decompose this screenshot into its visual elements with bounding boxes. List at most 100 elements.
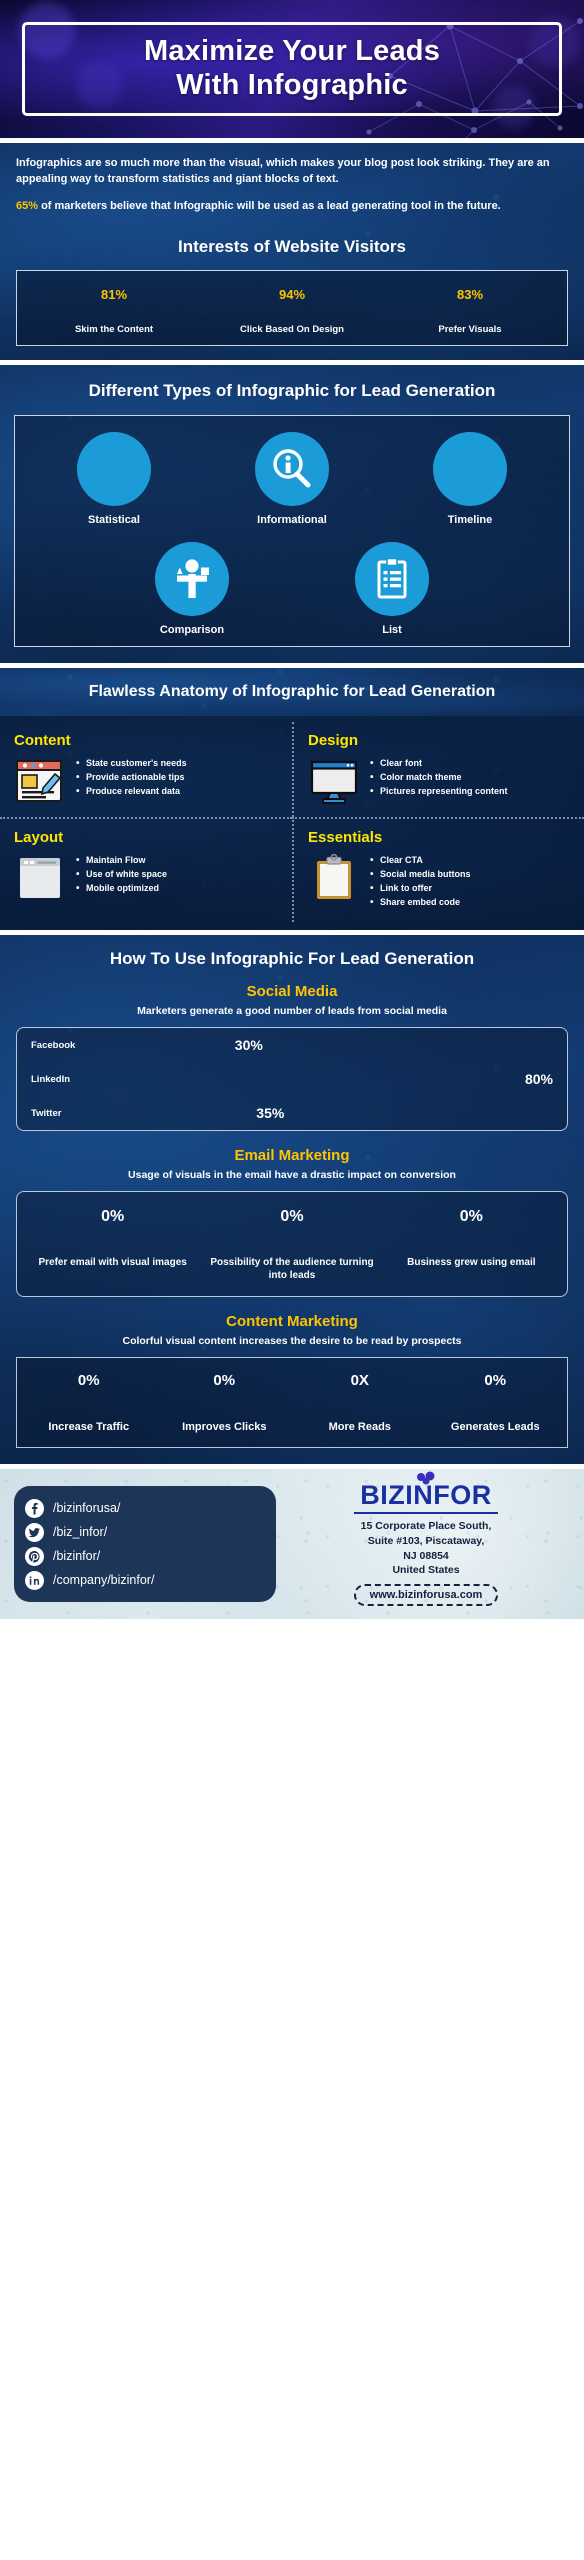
type-label: List — [382, 624, 402, 637]
interests-value: 83% — [456, 286, 484, 302]
anatomy-quadrant-design: Design Clear font Color match theme — [292, 721, 584, 817]
anatomy-header: Flawless Anatomy of Infographic for Lead… — [0, 668, 584, 716]
brand-block: BIZINFOR 15 Corporate Place South, Suite… — [276, 1471, 584, 1607]
content-marketing-box: 0% Increase Traffic 0% Improves Clicks 0… — [16, 1357, 568, 1449]
clipboard-list-icon — [377, 557, 407, 599]
social-links-card: /bizinforusa/ /biz_infor/ /bizinfor/ /co… — [14, 1486, 276, 1603]
email-marketing-item: 0% Prefer email with visual images — [23, 1208, 202, 1282]
content-marketing-item: 0% Generates Leads — [428, 1372, 564, 1435]
social-media-name: Facebook — [31, 1039, 76, 1051]
anatomy-bullet: Link to offer — [370, 881, 471, 896]
content-marketing-stats: 0% Increase Traffic 0% Improves Clicks 0… — [17, 1358, 567, 1447]
social-media-value: 80% — [524, 1071, 553, 1088]
types-row-2: Comparison List — [25, 542, 559, 636]
interests-title: Interests of Website Visitors — [178, 236, 406, 256]
anatomy-title: Flawless Anatomy of Infographic for Lead… — [88, 683, 496, 701]
person-shapes-icon — [177, 559, 209, 599]
type-item-timeline: Timeline — [410, 432, 530, 526]
type-label: Timeline — [447, 514, 493, 527]
email-marketing-description: Usage of visuals in the email have a dra… — [128, 1169, 456, 1182]
email-marketing-stats: 0% Prefer email with visual images 0% Po… — [17, 1192, 567, 1296]
social-media-row: Twitter 35% — [17, 1096, 567, 1130]
blank-circle-icon — [77, 432, 151, 507]
anatomy-bullet: Clear CTA — [370, 853, 471, 868]
website-link[interactable]: www.bizinforusa.com — [353, 1584, 499, 1607]
content-marketing-label: More Reads — [328, 1421, 391, 1434]
content-marketing-heading: Content Marketing — [226, 1313, 358, 1331]
intro-text-block: Infographics are so much more than the v… — [0, 143, 584, 223]
anatomy-quadrant-layout: Layout Maintain Flow Use of white space — [0, 816, 292, 922]
social-handle: /bizinfor/ — [53, 1549, 101, 1564]
anatomy-heading: Layout — [14, 828, 64, 846]
social-media-value: 35% — [256, 1105, 285, 1122]
anatomy-quadrant-content: Content State customer's needs — [0, 722, 292, 817]
title-frame: Maximize Your Leads With Infographic — [22, 22, 562, 116]
anatomy-bullet: Maintain Flow — [76, 853, 167, 868]
address-line-4: United States — [392, 1564, 460, 1577]
content-marketing-label: Generates Leads — [450, 1421, 540, 1434]
email-marketing-value: 0% — [101, 1208, 125, 1226]
address-line-3: NJ 08854 — [403, 1549, 449, 1562]
anatomy-bullet: Color match theme — [370, 770, 508, 785]
anatomy-bullet: Pictures representing content — [370, 784, 508, 799]
intro-highlight-stat: 65% — [16, 200, 39, 213]
social-media-name: Twitter — [31, 1107, 62, 1119]
content-marketing-item: 0% Improves Clicks — [157, 1372, 293, 1435]
type-item-comparison: Comparison — [132, 542, 252, 636]
email-marketing-box: 0% Prefer email with visual images 0% Po… — [16, 1191, 568, 1298]
social-link-linkedin[interactable]: /company/bizinfor/ — [25, 1568, 262, 1592]
social-link-facebook[interactable]: /bizinforusa/ — [25, 1496, 262, 1520]
intro-paragraph-2: 65% of marketers believe that Infographi… — [16, 199, 568, 215]
social-handle: /company/bizinfor/ — [53, 1573, 155, 1588]
content-marketing-item: 0% Increase Traffic — [21, 1372, 157, 1435]
types-box: Statistical Informational Timeline Compa… — [14, 415, 570, 648]
content-marketing-value: 0% — [484, 1372, 507, 1390]
monitor-icon — [310, 760, 358, 804]
type-label: Informational — [257, 514, 327, 527]
interests-label: Skim the Content — [74, 323, 154, 335]
type-item-list: List — [332, 542, 452, 636]
anatomy-bullet-list: State customer's needs Provide actionabl… — [76, 756, 187, 799]
email-marketing-label: Business grew using email — [407, 1257, 536, 1269]
content-marketing-label: Improves Clicks — [182, 1421, 267, 1434]
page-title-line1: Maximize Your Leads — [143, 35, 441, 68]
brand-logo: BIZINFOR — [354, 1471, 498, 1514]
browser-window-icon — [20, 857, 60, 898]
types-title: Different Types of Infographic for Lead … — [88, 380, 496, 400]
anatomy-bullet: Share embed code — [370, 895, 471, 910]
anatomy-bullet-list: Clear font Color match theme Pictures re… — [370, 756, 508, 799]
interests-item: 94% Click Based On Design — [203, 287, 381, 335]
howto-section: How To Use Infographic For Lead Generati… — [0, 934, 584, 1465]
anatomy-heading: Design — [308, 731, 359, 749]
anatomy-heading: Essentials — [308, 828, 383, 846]
social-media-row: Facebook 30% — [17, 1028, 567, 1062]
interests-section: Interests of Website Visitors 81% Skim t… — [0, 223, 584, 360]
intro-section: Infographics are so much more than the v… — [0, 143, 584, 360]
social-link-pinterest[interactable]: /bizinfor/ — [25, 1544, 262, 1568]
page-title: Maximize Your Leads With Infographic — [144, 35, 440, 102]
address-line-1: 15 Corporate Place South, — [360, 1519, 492, 1532]
email-marketing-label: Prefer email with visual images — [38, 1257, 187, 1269]
content-marketing-value: 0% — [77, 1372, 100, 1390]
anatomy-bullet: Clear font — [370, 756, 508, 771]
pinterest-icon — [25, 1546, 44, 1566]
types-section: Different Types of Infographic for Lead … — [0, 364, 584, 664]
infographic-page: Maximize Your Leads With Infographic Inf… — [0, 0, 584, 2560]
facebook-icon — [25, 1498, 44, 1518]
page-title-line2: With Infographic — [176, 69, 408, 101]
types-row-1: Statistical Informational Timeline — [25, 432, 559, 526]
social-link-twitter[interactable]: /biz_infor/ — [25, 1520, 262, 1544]
anatomy-grid: Content State customer's needs — [0, 721, 584, 922]
email-marketing-item: 0% Possibility of the audience turning i… — [202, 1208, 381, 1282]
anatomy-bullet: Mobile optimized — [76, 881, 167, 896]
social-media-name: LinkedIn — [31, 1073, 71, 1085]
anatomy-quadrant-essentials: Essentials Clear CTA Social media button… — [292, 816, 584, 922]
interests-label: Prefer Visuals — [438, 323, 502, 335]
content-marketing-item: 0X More Reads — [292, 1372, 428, 1435]
type-label: Statistical — [88, 514, 140, 527]
anatomy-bullet: Provide actionable tips — [76, 770, 187, 785]
content-marketing-value: 0X — [350, 1372, 369, 1390]
interests-label: Click Based On Design — [239, 323, 344, 335]
crown-icon — [417, 1471, 435, 1485]
header-banner: Maximize Your Leads With Infographic — [0, 0, 584, 138]
